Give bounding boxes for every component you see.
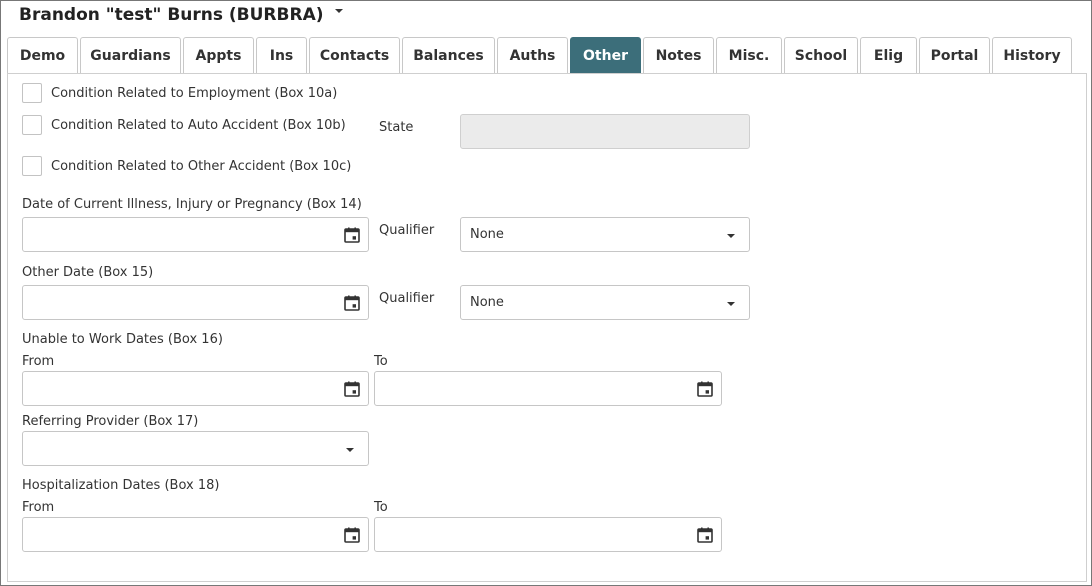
calendar-icon[interactable] [344,227,360,243]
condition-auto-label: Condition Related to Auto Accident (Box … [51,118,346,133]
unable-work-from-input[interactable] [22,371,369,406]
tab-elig[interactable]: Elig [860,37,917,73]
unable-work-to-input[interactable] [374,371,722,406]
tab-guardians[interactable]: Guardians [80,37,181,73]
hospitalization-label: Hospitalization Dates (Box 18) [22,478,220,493]
hospitalization-from-input[interactable] [22,517,369,552]
referring-provider-select[interactable] [22,431,369,466]
tab-appts[interactable]: Appts [183,37,254,73]
unable-work-from-label: From [22,354,55,369]
chevron-down-icon[interactable] [727,234,735,238]
condition-employment-label: Condition Related to Employment (Box 10a… [51,86,338,101]
calendar-icon[interactable] [697,381,713,397]
tab-balances[interactable]: Balances [402,37,495,73]
other-date-input[interactable] [22,285,369,320]
condition-auto-checkbox[interactable] [22,115,42,135]
tab-portal[interactable]: Portal [919,37,990,73]
chevron-down-icon[interactable] [346,448,354,452]
illness-qualifier-label: Qualifier [379,223,435,238]
tab-auths[interactable]: Auths [497,37,568,73]
tab-ins[interactable]: Ins [256,37,307,73]
calendar-icon[interactable] [344,381,360,397]
tab-other[interactable]: Other [570,37,641,73]
calendar-icon[interactable] [344,295,360,311]
referring-provider-label: Referring Provider (Box 17) [22,414,199,429]
condition-employment-checkbox[interactable] [22,83,42,103]
state-label: State [379,120,414,135]
other-qualifier-select[interactable]: None [460,285,750,320]
other-qualifier-label: Qualifier [379,291,435,306]
tab-misc[interactable]: Misc. [716,37,782,73]
illness-qualifier-value: None [470,227,504,242]
state-input [460,114,750,149]
patient-name: Brandon "test" Burns (BURBRA) [19,5,324,25]
tab-contacts[interactable]: Contacts [309,37,400,73]
other-date-label: Other Date (Box 15) [22,265,154,280]
illness-date-input[interactable] [22,217,369,252]
tab-school[interactable]: School [784,37,858,73]
calendar-icon[interactable] [344,527,360,543]
hospitalization-from-label: From [22,500,55,515]
chevron-down-icon[interactable] [334,9,343,13]
tab-notes[interactable]: Notes [643,37,714,73]
illness-qualifier-select[interactable]: None [460,217,750,252]
hospitalization-to-label: To [374,500,388,515]
tab-history[interactable]: History [992,37,1072,73]
hospitalization-to-input[interactable] [374,517,722,552]
unable-work-label: Unable to Work Dates (Box 16) [22,332,223,347]
patient-header[interactable]: Brandon "test" Burns (BURBRA) [19,5,343,25]
calendar-icon[interactable] [697,527,713,543]
illness-date-label: Date of Current Illness, Injury or Pregn… [22,197,362,212]
chevron-down-icon[interactable] [727,302,735,306]
tab-content-panel [7,73,1087,582]
window-frame: Brandon "test" Burns (BURBRA) Demo Guard… [0,0,1092,586]
condition-other-checkbox[interactable] [22,156,42,176]
tab-demo[interactable]: Demo [7,37,78,73]
other-qualifier-value: None [470,295,504,310]
unable-work-to-label: To [374,354,388,369]
condition-other-label: Condition Related to Other Accident (Box… [51,159,352,174]
